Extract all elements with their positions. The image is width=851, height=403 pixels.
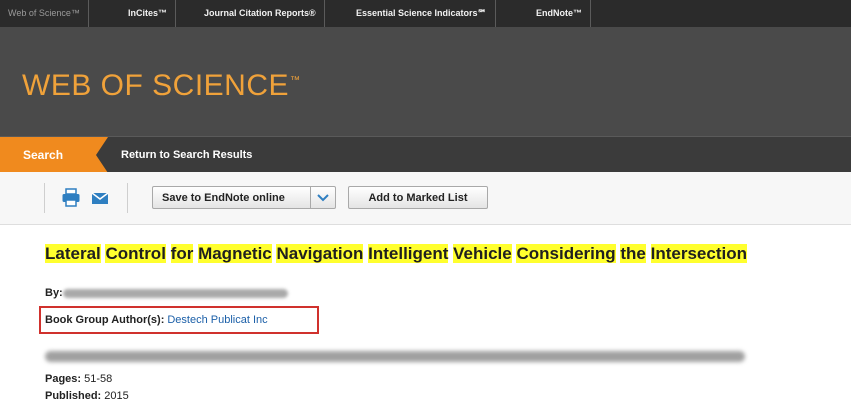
by-label: By: — [45, 287, 63, 299]
title-word: Magnetic — [198, 244, 272, 263]
nav-endnote[interactable]: EndNote™ — [528, 0, 591, 27]
toolbar-divider — [44, 183, 45, 213]
published-value: 2015 — [104, 390, 129, 402]
nav-incites[interactable]: InCites™ — [120, 0, 177, 27]
add-to-marked-list-button[interactable]: Add to Marked List — [348, 186, 488, 209]
record-toolbar: Save to EndNote online Add to Marked Lis… — [0, 172, 851, 225]
top-product-nav: Web of Science™ InCites™ Journal Citatio… — [0, 0, 851, 27]
title-word: Considering — [516, 244, 616, 263]
logo-text: WEB OF SCIENCE — [22, 69, 290, 102]
redacted-authors — [63, 289, 288, 298]
chevron-down-icon[interactable] — [310, 187, 335, 208]
return-to-search-results-link[interactable]: Return to Search Results — [121, 137, 252, 173]
title-word: Lateral — [45, 244, 101, 263]
tab-search[interactable]: Search — [0, 137, 108, 173]
secondary-nav: Search Return to Search Results — [0, 136, 851, 173]
search-tab-label: Search — [23, 148, 64, 162]
pages-row: Pages: 51-58 — [45, 373, 112, 385]
book-group-author: Book Group Author(s): Destech Publicat In… — [45, 314, 268, 326]
save-to-endnote-dropdown[interactable]: Save to EndNote online — [152, 186, 336, 209]
pages-value: 51-58 — [84, 373, 113, 385]
book-group-author-link[interactable]: Destech Publicat Inc — [167, 314, 267, 326]
header-banner: WEB OF SCIENCE™ — [0, 27, 851, 136]
title-word: for — [170, 244, 194, 263]
email-icon[interactable] — [90, 188, 110, 208]
redacted-source — [45, 351, 745, 362]
title-word: the — [620, 244, 646, 263]
print-icon[interactable] — [61, 188, 81, 208]
published-row: Published: 2015 — [45, 390, 129, 402]
save-to-endnote-label: Save to EndNote online — [162, 192, 285, 204]
book-group-author-label: Book Group Author(s): — [45, 314, 165, 326]
nav-journal-citation-reports[interactable]: Journal Citation Reports® — [196, 0, 325, 27]
toolbar-divider — [127, 183, 128, 213]
nav-web-of-science[interactable]: Web of Science™ — [0, 0, 89, 27]
record-title: Lateral Control for Magnetic Navigation … — [45, 244, 747, 264]
title-word: Control — [105, 244, 166, 263]
pages-label: Pages: — [45, 373, 82, 385]
web-of-science-logo[interactable]: WEB OF SCIENCE™ — [22, 69, 301, 103]
nav-essential-science-indicators[interactable]: Essential Science Indicators℠ — [348, 0, 496, 27]
logo-trademark: ™ — [290, 75, 301, 86]
title-word: Intelligent — [368, 244, 449, 263]
published-label: Published: — [45, 390, 102, 402]
title-word: Intersection — [650, 244, 747, 263]
title-word: Navigation — [276, 244, 364, 263]
title-word: Vehicle — [453, 244, 512, 263]
